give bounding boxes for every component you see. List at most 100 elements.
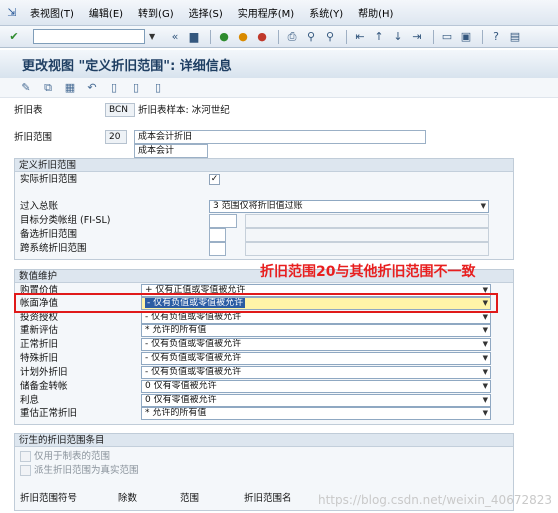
layout-menu-icon[interactable]: ▤ — [507, 29, 523, 45]
toolbar-separator — [346, 29, 347, 44]
cross-sys-input[interactable] — [209, 242, 226, 256]
reval-ordinary-depr-dropdown[interactable]: * 允许的所有值 ▼ — [141, 407, 491, 420]
value-row-label: 储备金转帐 — [20, 381, 68, 392]
column-header: 折旧范围名 — [244, 493, 292, 504]
display-change-icon[interactable]: ✎ — [18, 80, 34, 96]
dropdown-value: 0 仅有零值被允许 — [145, 381, 217, 391]
reserve-transfer-dropdown[interactable]: 0 仅有零值被允许 ▼ — [141, 380, 491, 393]
menu-goto[interactable]: 转到(G) — [138, 5, 174, 20]
toolbar-separator — [482, 29, 483, 44]
toolbar-separator — [210, 29, 211, 44]
cross-sys-label: 跨系统折旧范围 — [20, 243, 87, 254]
chevron-down-icon: ▼ — [482, 409, 488, 417]
command-dropdown-icon[interactable]: ▼ — [149, 29, 161, 44]
copy-entry-icon[interactable]: ⧉ — [40, 80, 56, 96]
menu-utilities[interactable]: 实用程序(M) — [238, 5, 294, 20]
column-header: 范围 — [180, 493, 200, 504]
ordinary-depr-dropdown[interactable]: - 仅有负值或零值被允许 ▼ — [141, 338, 491, 351]
dropdown-value: - 仅有负值或零值被允许 — [145, 339, 242, 349]
help-icon[interactable]: ? — [488, 29, 504, 45]
value-row-label: 重新评估 — [20, 325, 59, 336]
chevron-down-icon: ▼ — [480, 202, 486, 210]
find-next-icon[interactable]: ⚲ — [322, 29, 338, 45]
next-entry-icon[interactable]: ▯ — [128, 80, 144, 96]
chevron-down-icon: ▼ — [482, 313, 488, 321]
toolbar-separator — [278, 29, 279, 44]
watermark-text: https://blog.csdn.net/weixin_40672823 — [317, 493, 552, 507]
first-page-icon[interactable]: ⇤ — [352, 29, 368, 45]
value-row-label: 特殊折旧 — [20, 353, 59, 364]
back-arrow-icon[interactable]: « — [167, 29, 183, 45]
cancel-icon[interactable]: ● — [254, 29, 270, 45]
menu-selection[interactable]: 选择(S) — [189, 5, 223, 20]
depr-chart-desc: 折旧表样本: 冰河世纪 — [138, 105, 230, 116]
menu-table-view[interactable]: 表视图(T) — [30, 5, 74, 20]
dropdown-value: 0 仅有零值被允许 — [145, 395, 217, 405]
define-area-group-title: 定义折旧范围 — [15, 159, 513, 172]
new-session-icon[interactable]: ▭ — [439, 29, 455, 45]
real-area-checkbox[interactable]: ✓ — [209, 174, 220, 185]
revaluation-dropdown[interactable]: * 允许的所有值 ▼ — [141, 324, 491, 337]
post-gl-label: 过入总账 — [20, 201, 59, 212]
cross-sys-desc — [245, 242, 489, 256]
reporting-only-checkbox[interactable] — [20, 451, 31, 462]
undo-icon[interactable]: ↶ — [84, 80, 100, 96]
dropdown-value: - 仅有负值或零值被允许 — [145, 353, 242, 363]
depr-chart-code: BCN — [105, 103, 135, 117]
post-gl-dropdown[interactable]: 3 范围仅将折旧值过账 ▼ — [209, 200, 489, 213]
delete-entry-icon[interactable]: ▦ — [62, 80, 78, 96]
menu-system[interactable]: 系统(Y) — [309, 5, 343, 20]
chevron-down-icon: ▼ — [482, 382, 488, 390]
toolbar-separator — [433, 29, 434, 44]
interest-dropdown[interactable]: 0 仅有零值被允许 ▼ — [141, 394, 491, 407]
target-ledger-desc — [245, 214, 489, 228]
page-title: 更改视图 "定义折旧范围": 详细信息 — [22, 58, 232, 74]
chevron-down-icon: ▼ — [482, 396, 488, 404]
chevron-down-icon: ▼ — [482, 340, 488, 348]
dropdown-value: * 允许的所有值 — [145, 325, 207, 335]
depr-area-label: 折旧范围 — [14, 132, 53, 143]
derived-real-label: 派生折旧范围为真实范围 — [34, 465, 139, 476]
save-icon[interactable]: ▆ — [186, 29, 202, 45]
annotation-text: 折旧范围20与其他折旧范围不一致 — [260, 264, 476, 280]
exit-icon[interactable]: ● — [235, 29, 251, 45]
dropdown-value: - 仅有负值或零值被允许 — [145, 367, 242, 377]
value-row-label: 计划外折旧 — [20, 367, 68, 378]
menu-edit[interactable]: 编辑(E) — [89, 5, 123, 20]
menu-help[interactable]: 帮助(H) — [358, 5, 393, 20]
chevron-down-icon: ▼ — [482, 368, 488, 376]
back-icon[interactable]: ● — [216, 29, 232, 45]
post-gl-value: 3 范围仅将折旧值过账 — [213, 201, 303, 211]
enter-check-icon[interactable]: ✔ — [6, 29, 22, 45]
prev-page-icon[interactable]: ↑ — [371, 29, 387, 45]
find-icon[interactable]: ⚲ — [303, 29, 319, 45]
chevron-down-icon: ▼ — [482, 326, 488, 334]
special-depr-dropdown[interactable]: - 仅有负值或零值被允许 ▼ — [141, 352, 491, 365]
annotation-highlight-box — [14, 293, 498, 313]
title-bar: 更改视图 "定义折旧范围": 详细信息 — [0, 50, 558, 78]
previous-entry-icon[interactable]: ▯ — [106, 80, 122, 96]
column-header: 折旧范围符号 — [20, 493, 78, 504]
real-area-label: 实际折旧范围 — [20, 174, 78, 185]
reporting-only-label: 仅用于制表的范围 — [34, 451, 111, 462]
depr-chart-label: 折旧表 — [14, 105, 43, 116]
next-page-icon[interactable]: ↓ — [390, 29, 406, 45]
shortcut-icon[interactable]: ▣ — [458, 29, 474, 45]
unplanned-depr-dropdown[interactable]: - 仅有负值或零值被允许 ▼ — [141, 366, 491, 379]
target-ledger-label: 目标分类帐组 (FI-SL) — [20, 215, 111, 226]
depr-area-long-name[interactable]: 成本会计折旧 — [134, 130, 426, 144]
sap-menu-icon[interactable]: ⇲ — [4, 6, 20, 20]
depr-area-code: 20 — [105, 130, 127, 144]
other-entry-icon[interactable]: ▯ — [150, 80, 166, 96]
alt-area-desc — [245, 228, 489, 242]
chevron-down-icon: ▼ — [482, 354, 488, 362]
print-icon[interactable]: ⎙ — [284, 29, 300, 45]
derived-real-checkbox[interactable] — [20, 465, 31, 476]
alt-area-label: 备选折旧范围 — [20, 229, 78, 240]
depr-area-short-name[interactable]: 成本会计 — [134, 144, 208, 158]
last-page-icon[interactable]: ⇥ — [409, 29, 425, 45]
value-row-label: 重估正常折旧 — [20, 408, 78, 419]
target-ledger-input[interactable] — [209, 214, 237, 228]
command-field[interactable] — [33, 29, 145, 44]
alt-area-input[interactable] — [209, 228, 226, 242]
